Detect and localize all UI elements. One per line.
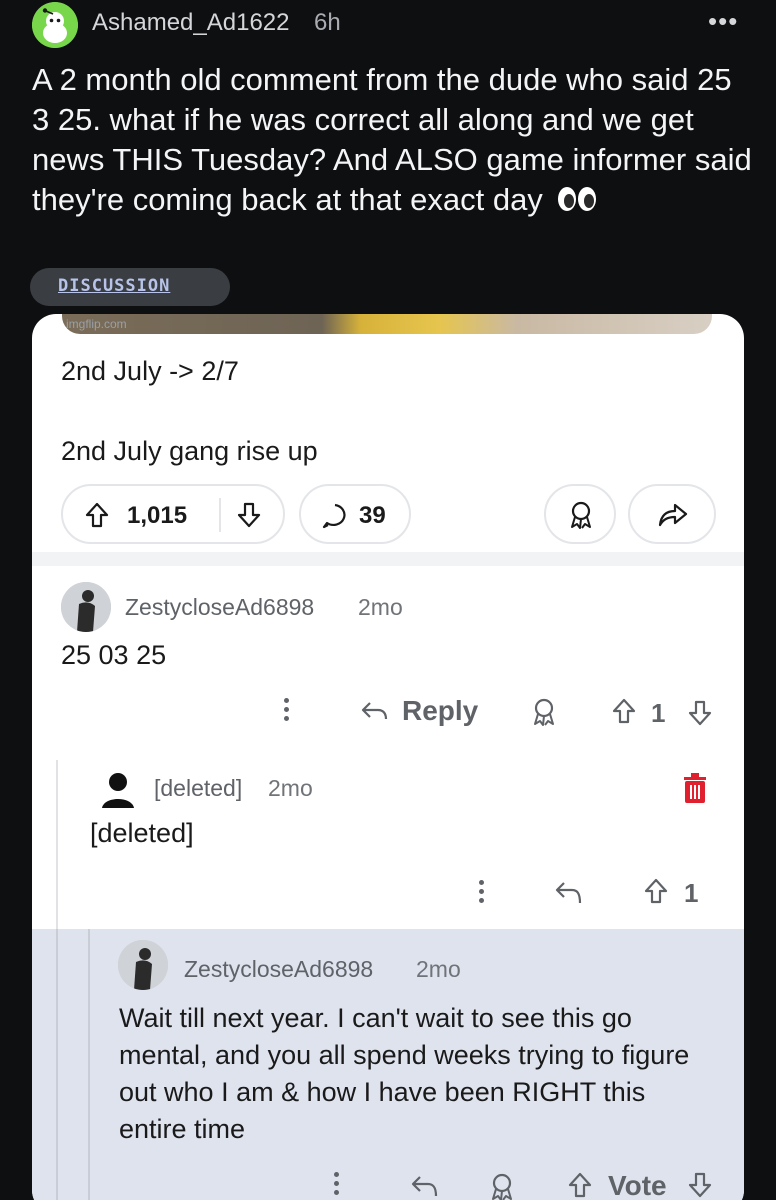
commenter-username[interactable]: ZestycloseAd6898 bbox=[184, 956, 373, 983]
comment-body: Wait till next year. I can't wait to see… bbox=[119, 1003, 690, 1144]
upvote-icon[interactable] bbox=[644, 878, 668, 904]
share-arrow-icon bbox=[658, 503, 688, 527]
post-title[interactable]: A 2 month old comment from the dude who … bbox=[32, 60, 752, 222]
commenter-avatar[interactable] bbox=[118, 940, 168, 990]
vote-divider bbox=[219, 498, 221, 532]
silhouette-icon bbox=[118, 940, 168, 990]
deleted-username: [deleted] bbox=[154, 775, 243, 801]
comment-count: 39 bbox=[359, 502, 386, 529]
award-icon[interactable] bbox=[488, 1172, 516, 1200]
reply-button[interactable]: Reply bbox=[402, 695, 478, 727]
post-author[interactable]: Ashamed_Ad1622 bbox=[92, 9, 289, 37]
more-options-button[interactable]: ••• bbox=[708, 6, 738, 37]
post-flair[interactable]: DISCUSSION bbox=[30, 268, 230, 306]
downvote-icon[interactable] bbox=[688, 1172, 712, 1198]
silhouette-icon bbox=[61, 582, 111, 632]
vote-label: Vote bbox=[608, 1170, 667, 1200]
comment-line-1: 2nd July -> 2/7 bbox=[61, 356, 239, 386]
comment-time: 2mo bbox=[358, 594, 403, 620]
award-button[interactable] bbox=[544, 484, 616, 544]
comment-score: 1 bbox=[684, 878, 699, 908]
comment-body: 25 03 25 bbox=[61, 640, 167, 670]
comment-line-2: 2nd July gang rise up bbox=[61, 436, 318, 466]
upvote-icon[interactable] bbox=[85, 502, 109, 528]
thread-line bbox=[56, 929, 58, 1200]
flair-label: DISCUSSION bbox=[58, 276, 171, 296]
comment-time: 2mo bbox=[416, 956, 461, 982]
user-avatar[interactable] bbox=[32, 2, 78, 48]
trash-icon[interactable] bbox=[682, 772, 708, 804]
reply-arrow-icon[interactable] bbox=[554, 880, 582, 906]
reply-arrow-icon[interactable] bbox=[360, 700, 388, 722]
upvote-icon[interactable] bbox=[568, 1172, 592, 1198]
post-header: Ashamed_Ad1622 6h ••• A 2 month old comm… bbox=[0, 0, 776, 320]
comment-bubble-icon bbox=[322, 503, 346, 529]
comments-button[interactable]: 39 bbox=[299, 484, 411, 544]
award-icon[interactable] bbox=[530, 697, 558, 727]
vote-pill: 1,015 bbox=[61, 484, 285, 544]
more-options-icon[interactable] bbox=[284, 698, 290, 725]
comment-screenshot: imgflip.com 2nd July -> 2/7 2nd July gan… bbox=[32, 314, 744, 1200]
comment-time: 2mo bbox=[268, 775, 313, 801]
more-options-icon[interactable] bbox=[479, 880, 485, 907]
reply-arrow-icon[interactable] bbox=[410, 1174, 438, 1198]
deleted-user-icon bbox=[102, 773, 134, 808]
comment-score: 1 bbox=[651, 698, 666, 728]
award-icon bbox=[571, 501, 591, 529]
upvote-count: 1,015 bbox=[127, 502, 188, 529]
eyes-emoji-icon bbox=[557, 182, 597, 222]
imgflip-watermark: imgflip.com bbox=[66, 317, 127, 331]
share-button[interactable] bbox=[628, 484, 716, 544]
commenter-avatar[interactable] bbox=[61, 582, 111, 632]
post-time: 6h bbox=[314, 9, 341, 36]
reddit-post-screen: Ashamed_Ad1622 6h ••• A 2 month old comm… bbox=[0, 0, 776, 1200]
upvote-icon[interactable] bbox=[612, 698, 636, 724]
downvote-icon[interactable] bbox=[688, 700, 712, 726]
downvote-icon[interactable] bbox=[237, 502, 261, 528]
commenter-username[interactable]: ZestycloseAd6898 bbox=[125, 594, 314, 621]
thread-line bbox=[88, 929, 90, 1200]
comment-body: [deleted] bbox=[90, 818, 194, 848]
meme-image-strip bbox=[62, 314, 712, 334]
more-options-icon[interactable] bbox=[334, 1172, 340, 1199]
section-separator bbox=[32, 552, 744, 566]
post-title-text: A 2 month old comment from the dude who … bbox=[32, 62, 752, 217]
